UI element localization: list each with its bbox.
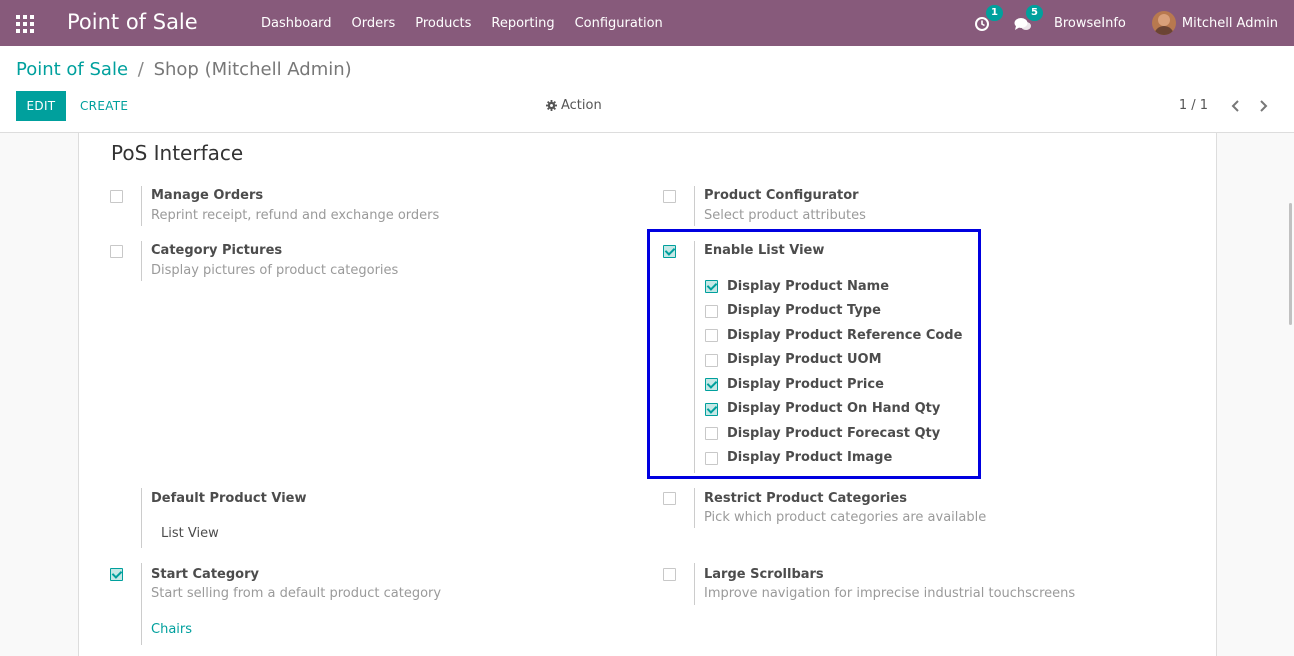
- company-switcher[interactable]: BrowseInfo: [1054, 16, 1126, 31]
- avatar[interactable]: [1151, 11, 1176, 35]
- manage-orders-label: Manage Orders: [151, 188, 264, 203]
- menu-configuration[interactable]: Configuration: [565, 16, 673, 31]
- manage-orders-checkbox[interactable]: [110, 190, 123, 203]
- category-pictures-desc: Display pictures of product categories: [151, 263, 399, 278]
- edit-button[interactable]: EDIT: [16, 91, 66, 121]
- menu-dashboard[interactable]: Dashboard: [251, 16, 342, 31]
- large-scrollbars-label: Large Scrollbars: [704, 567, 824, 582]
- main-menu: Dashboard Orders Products Reporting Conf…: [251, 0, 673, 46]
- divider: [141, 241, 142, 281]
- divider: [141, 488, 142, 548]
- control-panel: Point of Sale / Shop (Mitchell Admin) ED…: [0, 46, 1294, 133]
- category-pictures-label: Category Pictures: [151, 243, 283, 258]
- action-label: Action: [561, 98, 602, 113]
- menu-reporting[interactable]: Reporting: [481, 16, 564, 31]
- default-product-view-label: Default Product View: [151, 491, 307, 506]
- breadcrumb: Point of Sale / Shop (Mitchell Admin): [16, 59, 352, 80]
- top-navbar: Point of Sale Dashboard Orders Products …: [0, 0, 1294, 46]
- user-menu[interactable]: Mitchell Admin: [1182, 16, 1278, 31]
- create-button[interactable]: CREATE: [72, 91, 136, 121]
- highlight-box: [647, 229, 981, 479]
- divider: [141, 563, 142, 645]
- product-configurator-desc: Select product attributes: [704, 208, 866, 223]
- default-product-view-value[interactable]: List View: [161, 526, 219, 541]
- breadcrumb-current: Shop (Mitchell Admin): [153, 59, 352, 80]
- section-title: PoS Interface: [111, 141, 244, 165]
- breadcrumb-separator: /: [137, 59, 144, 80]
- restrict-categories-label: Restrict Product Categories: [704, 491, 907, 506]
- gear-icon: [546, 100, 557, 111]
- restrict-categories-checkbox[interactable]: [663, 492, 676, 505]
- action-dropdown[interactable]: Action: [546, 98, 602, 113]
- scrollbar[interactable]: [1289, 203, 1292, 325]
- product-configurator-checkbox[interactable]: [663, 190, 676, 203]
- start-category-link[interactable]: Chairs: [151, 622, 192, 637]
- activity-count-badge: 1: [985, 5, 1003, 21]
- systray: 1 5 BrowseInfo Mitchell Admin: [974, 0, 1294, 46]
- large-scrollbars-desc: Improve navigation for imprecise industr…: [704, 586, 1076, 601]
- menu-products[interactable]: Products: [405, 16, 481, 31]
- app-title[interactable]: Point of Sale: [67, 10, 198, 34]
- message-count-badge: 5: [1025, 5, 1043, 21]
- form-sheet: PoS Interface Manage Orders Reprint rece…: [78, 133, 1217, 656]
- divider: [694, 488, 695, 528]
- chat-bubbles-icon[interactable]: 5: [1014, 5, 1043, 33]
- start-category-checkbox[interactable]: [110, 568, 123, 581]
- activity-clock-icon[interactable]: 1: [974, 5, 1003, 33]
- divider: [694, 563, 695, 605]
- category-pictures-checkbox[interactable]: [110, 245, 123, 258]
- apps-grid-icon[interactable]: [16, 15, 34, 33]
- breadcrumb-parent[interactable]: Point of Sale: [16, 59, 128, 80]
- product-configurator-label: Product Configurator: [704, 188, 859, 203]
- restrict-categories-desc: Pick which product categories are availa…: [704, 510, 987, 525]
- manage-orders-desc: Reprint receipt, refund and exchange ord…: [151, 208, 440, 223]
- pager-value[interactable]: 1 / 1: [1179, 98, 1208, 113]
- chevron-left-icon[interactable]: [1229, 98, 1243, 114]
- chevron-right-icon[interactable]: [1256, 98, 1270, 114]
- divider: [694, 186, 695, 226]
- large-scrollbars-checkbox[interactable]: [663, 568, 676, 581]
- menu-orders[interactable]: Orders: [342, 16, 406, 31]
- divider: [141, 186, 142, 226]
- start-category-desc: Start selling from a default product cat…: [151, 586, 442, 601]
- start-category-label: Start Category: [151, 567, 259, 582]
